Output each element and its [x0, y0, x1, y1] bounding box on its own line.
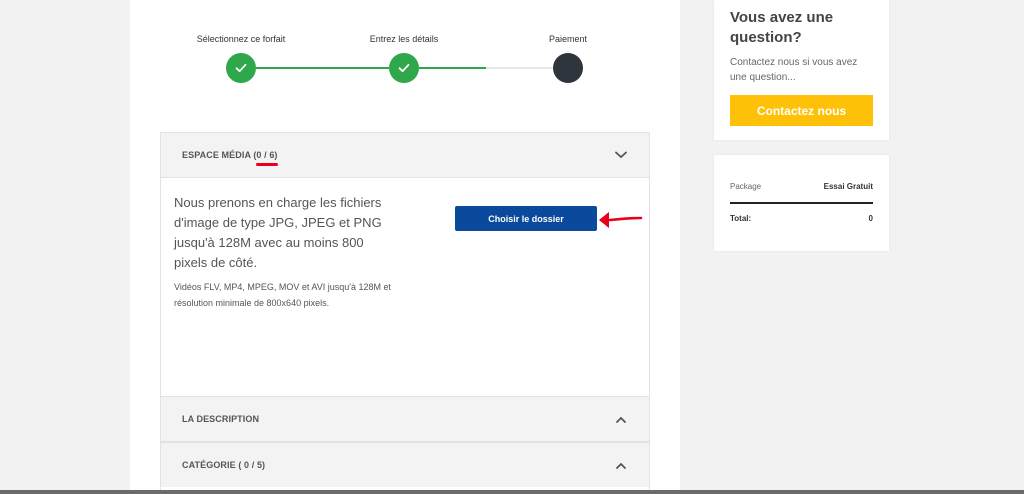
- contact-us-button[interactable]: Contactez nous: [730, 95, 873, 126]
- media-panel-header[interactable]: ESPACE MÉDIA (0 / 6): [161, 133, 649, 178]
- package-row: Package Essai Gratuit: [730, 182, 873, 191]
- media-title-text: ESPACE MÉDIA: [182, 150, 254, 160]
- video-note: Vidéos FLV, MP4, MPEG, MOV et AVI jusqu'…: [174, 282, 391, 308]
- description-panel-title: LA DESCRIPTION: [182, 414, 260, 424]
- chevron-down-icon[interactable]: [614, 148, 628, 162]
- media-panel-title: ESPACE MÉDIA (0 / 6): [182, 150, 279, 166]
- check-icon: [235, 63, 247, 73]
- description-panel-header[interactable]: LA DESCRIPTION: [161, 397, 649, 441]
- question-card: Vous avez une question? Contactez nous s…: [714, 0, 889, 140]
- chevron-up-icon[interactable]: [614, 458, 628, 472]
- media-panel: ESPACE MÉDIA (0 / 6) Nous prenons en cha…: [160, 132, 650, 397]
- category-panel-title: CATÉGORIE ( 0 / 5): [182, 460, 266, 470]
- media-description: Nous prenons en charge les fichiers d'im…: [174, 195, 382, 270]
- summary-divider: [730, 202, 873, 204]
- media-count: (0 / 6): [253, 150, 279, 166]
- total-row: Total: 0: [730, 214, 873, 223]
- description-panel: LA DESCRIPTION: [160, 396, 650, 442]
- question-text: Contactez nous si vous avez une question…: [730, 57, 858, 83]
- media-panel-body: Nous prenons en charge les fichiers d'im…: [161, 178, 649, 396]
- order-summary-card: Package Essai Gratuit Total: 0: [714, 155, 889, 251]
- check-icon: [398, 63, 410, 73]
- step-circle-payment: [553, 53, 583, 83]
- package-label: Package: [730, 182, 762, 191]
- category-panel: CATÉGORIE ( 0 / 5): [160, 442, 650, 494]
- bottom-taskbar-strip: [0, 490, 1024, 494]
- step-connector-1: [256, 67, 389, 69]
- step-label-select-plan: Sélectionnez ce forfait: [196, 34, 286, 44]
- step-connector-2-done: [419, 67, 486, 69]
- step-label-details: Entrez les détails: [369, 34, 439, 44]
- step-label-payment: Paiement: [548, 34, 588, 44]
- step-connector-2-pending: [486, 67, 553, 69]
- step-circle-details: [389, 53, 419, 83]
- red-arrow-annotation: [599, 212, 643, 228]
- choose-folder-button[interactable]: Choisir le dossier: [455, 206, 597, 231]
- category-panel-header[interactable]: CATÉGORIE ( 0 / 5): [161, 443, 649, 487]
- question-title: Vous avez une question?: [730, 9, 834, 46]
- red-underline-annotation: [256, 163, 279, 166]
- total-value: 0: [868, 214, 873, 223]
- chevron-up-icon[interactable]: [614, 412, 628, 426]
- package-value: Essai Gratuit: [823, 182, 873, 191]
- step-circle-select-plan: [226, 53, 256, 83]
- total-label: Total:: [730, 214, 752, 223]
